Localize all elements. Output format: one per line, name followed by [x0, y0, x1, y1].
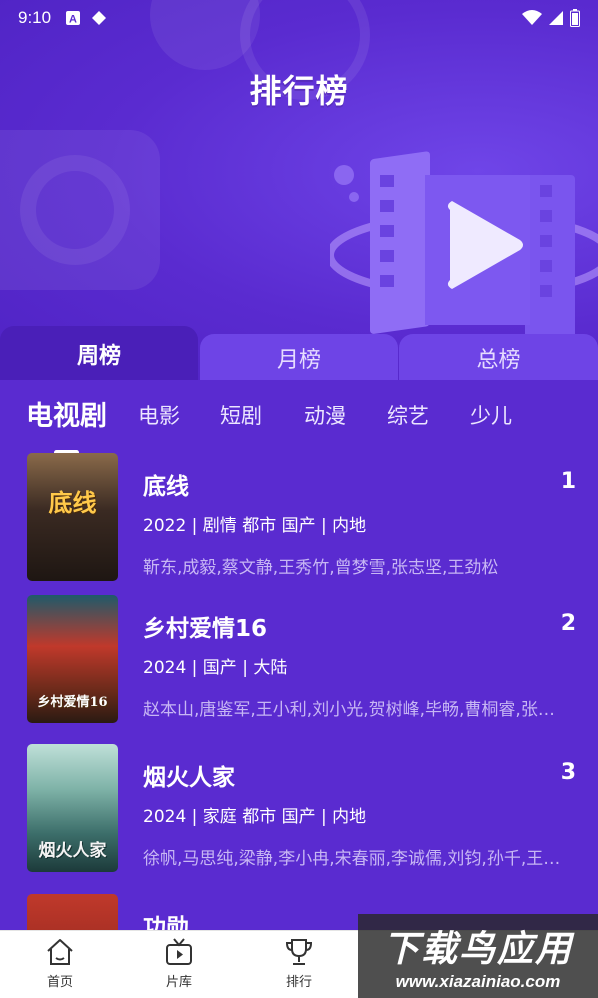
- status-bar: 9:10 A: [0, 0, 598, 36]
- camera-lens-decoration: [20, 155, 130, 265]
- item-meta: 2024 | 国产 | 大陆: [143, 658, 288, 678]
- tab-weekly[interactable]: 周榜: [0, 326, 198, 382]
- watermark-url: www.xiazainiao.com: [395, 972, 561, 991]
- ranking-item[interactable]: 底线 底线 1 2022 | 剧情 都市 国产 | 内地 靳东,成毅,蔡文静,王…: [0, 453, 598, 593]
- a-notification-icon: A: [65, 10, 81, 26]
- status-right-icons: [522, 9, 580, 27]
- nav-home[interactable]: 首页: [20, 937, 100, 990]
- category-short-dramas[interactable]: 短剧: [220, 400, 262, 430]
- ranking-content: 电视剧 电影 短剧 动漫 综艺 少儿 底线 底线 1 2022 | 剧情 都市 …: [0, 380, 598, 930]
- category-anime[interactable]: 动漫: [304, 400, 346, 430]
- signal-icon: [549, 11, 563, 25]
- item-rank: 2: [560, 611, 576, 636]
- poster-title-text: 底线: [48, 488, 97, 517]
- diamond-notification-icon: [91, 10, 107, 26]
- nav-home-label: 首页: [46, 975, 73, 990]
- item-title: 烟火人家: [143, 765, 235, 791]
- tab-monthly[interactable]: 月榜: [200, 334, 398, 382]
- nav-library-label: 片库: [165, 975, 192, 990]
- category-tv-series[interactable]: 电视剧: [26, 394, 107, 433]
- ranking-item[interactable]: 乡村爱情16 乡村爱情16 2 2024 | 国产 | 大陆 赵本山,唐鉴军,王…: [0, 595, 598, 735]
- hero-banner: 9:10 A 排行榜: [0, 0, 598, 380]
- ranking-item[interactable]: 烟火人家 烟火人家 3 2024 | 家庭 都市 国产 | 内地 徐帆,马思纯,…: [0, 744, 598, 884]
- battery-icon: [570, 9, 580, 27]
- svg-text:A: A: [69, 14, 77, 26]
- category-movies[interactable]: 电影: [138, 400, 180, 430]
- watermark: 下载鸟应用 www.xiazainiao.com: [358, 914, 598, 998]
- page-title: 排行榜: [249, 73, 349, 109]
- nav-library[interactable]: 片库: [139, 937, 219, 990]
- poster-title-text: 乡村爱情16: [37, 695, 108, 710]
- poster-image: 底线: [27, 453, 118, 581]
- tv-icon: [166, 938, 192, 965]
- item-title: 功勋: [143, 915, 189, 930]
- category-kids[interactable]: 少儿: [470, 400, 512, 430]
- item-title: 乡村爱情16: [143, 616, 268, 642]
- status-time: 9:10: [18, 8, 52, 27]
- item-title: 底线: [143, 474, 189, 500]
- home-icon: [47, 939, 73, 965]
- nav-ranking-label: 排行: [285, 975, 312, 990]
- poster-image: 烟火人家: [27, 744, 118, 872]
- watermark-title: 下载鸟应用: [382, 928, 573, 969]
- trophy-icon: [285, 939, 313, 965]
- poster-title-text: 烟火人家: [38, 841, 107, 861]
- item-rank: 1: [560, 469, 576, 494]
- item-meta: 2022 | 剧情 都市 国产 | 内地: [143, 516, 367, 536]
- category-variety[interactable]: 综艺: [387, 400, 429, 430]
- poster-image: 乡村爱情16: [27, 595, 118, 723]
- item-meta: 2024 | 家庭 都市 国产 | 内地: [143, 807, 367, 827]
- item-cast: 赵本山,唐鉴军,王小利,刘小光,贺树峰,毕畅,曹桐睿,张…: [143, 700, 555, 720]
- item-cast: 靳东,成毅,蔡文静,王秀竹,曾梦雪,张志坚,王劲松: [143, 558, 499, 578]
- tab-all-time[interactable]: 总榜: [399, 334, 598, 382]
- poster-image: [27, 894, 118, 930]
- wifi-icon: [522, 10, 542, 25]
- item-rank: 3: [560, 760, 576, 785]
- item-cast: 徐帆,马思纯,梁静,李小冉,宋春丽,李诚儒,刘钧,孙千,王…: [143, 849, 561, 869]
- nav-ranking[interactable]: 排行: [259, 937, 339, 990]
- period-tabs: 周榜 月榜 总榜: [0, 326, 598, 382]
- film-play-illustration: [330, 151, 598, 340]
- camera-decoration: [0, 130, 160, 290]
- category-tabs: 电视剧 电影 短剧 动漫 综艺 少儿: [0, 394, 598, 455]
